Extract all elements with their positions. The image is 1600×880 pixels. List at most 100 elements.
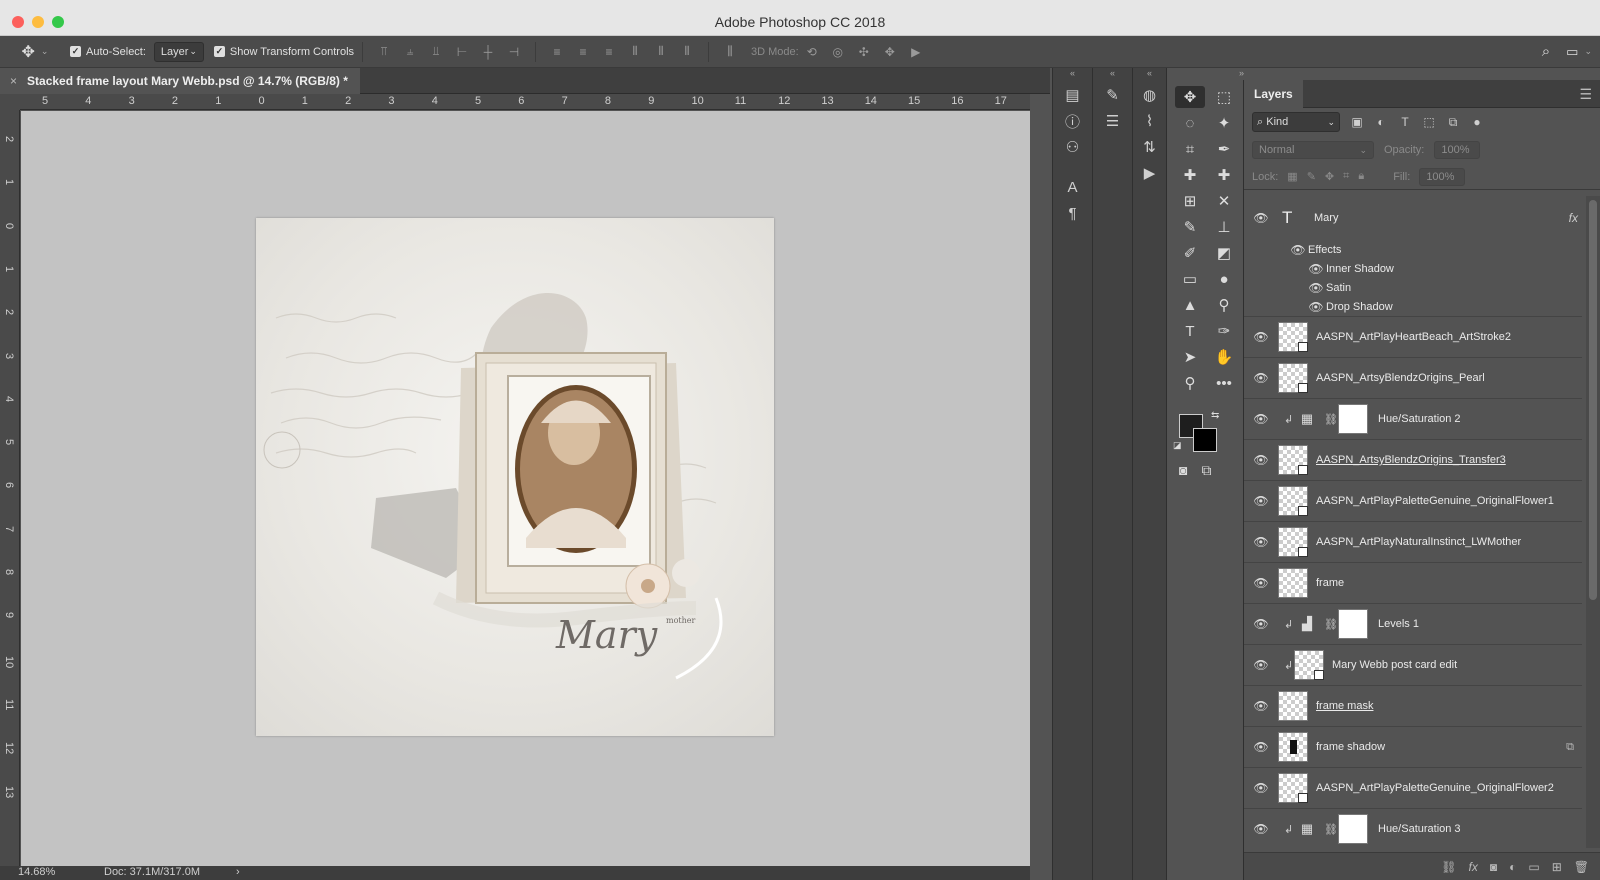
3d-camera-icon[interactable]: ▶	[909, 45, 923, 59]
filter-shape-icon[interactable]: ⬚	[1422, 115, 1436, 129]
effect-satin[interactable]: 👁︎ Satin	[1244, 278, 1582, 297]
character-icon[interactable]: A	[1061, 176, 1085, 198]
link-icon[interactable]: ⛓	[1324, 413, 1338, 426]
visibility-eye-icon[interactable]: 👁︎	[1290, 243, 1306, 257]
link-icon[interactable]: ⛓	[1324, 618, 1338, 631]
screen-mode-icon[interactable]: ⧉	[1201, 462, 1211, 479]
new-adjustment-icon[interactable]: ◐	[1509, 860, 1516, 874]
ruler-corner[interactable]	[0, 94, 20, 110]
align-bottom-icon[interactable]: ⫫	[429, 44, 443, 59]
visibility-eye-icon[interactable]: 👁︎	[1253, 371, 1269, 385]
3d-orbit-icon[interactable]: ⟲	[805, 45, 819, 59]
brush-tool-icon[interactable]: ✎	[1175, 216, 1205, 238]
visibility-eye-icon[interactable]: 👁︎	[1253, 453, 1269, 467]
workspace-icon[interactable]: ▭	[1566, 44, 1578, 60]
frame-tool-icon[interactable]: ⊞	[1175, 190, 1205, 212]
sharpen-tool-icon[interactable]: ▲	[1175, 294, 1205, 316]
lock-artboard-icon[interactable]: ⌗	[1343, 170, 1349, 183]
scrollbar-thumb[interactable]	[1589, 200, 1597, 600]
add-style-icon[interactable]: fx	[1469, 860, 1478, 874]
tab-layers[interactable]: Layers	[1244, 80, 1303, 108]
distribute-top-icon[interactable]: ≡	[550, 45, 564, 59]
more-tools-icon[interactable]: •••	[1209, 372, 1239, 394]
opacity-field[interactable]: 100%	[1434, 141, 1481, 159]
link-icon[interactable]: ⛓	[1324, 823, 1338, 836]
visibility-eye-icon[interactable]: 👁︎	[1308, 262, 1324, 276]
layer-row[interactable]: 👁︎ AASPN_ArtPlayNaturalInstinct_LWMother	[1244, 522, 1582, 563]
layer-mask-thumbnail[interactable]	[1338, 404, 1368, 434]
layer-thumbnail[interactable]	[1278, 568, 1308, 598]
align-right-icon[interactable]: ⊣	[507, 45, 521, 59]
layer-mask-thumbnail[interactable]	[1338, 609, 1368, 639]
3d-slide-icon[interactable]: ✥	[883, 45, 897, 59]
type-tool-icon[interactable]: T	[1175, 320, 1205, 342]
distribute-left-icon[interactable]: ⦀	[628, 44, 642, 59]
gradient-tool-icon[interactable]: ▭	[1175, 268, 1205, 290]
visibility-eye-icon[interactable]: 👁︎	[1253, 822, 1269, 836]
visibility-eye-icon[interactable]: 👁︎	[1253, 535, 1269, 549]
hand-tool-icon[interactable]: ✋	[1209, 346, 1239, 368]
layer-thumbnail[interactable]	[1278, 363, 1308, 393]
layer-thumbnail[interactable]	[1278, 691, 1308, 721]
panel-menu-icon[interactable]: ☰	[1579, 86, 1592, 103]
visibility-eye-icon[interactable]: 👁︎	[1253, 576, 1269, 590]
align-hcenter-icon[interactable]: ┼	[481, 45, 495, 59]
layer-row[interactable]: 👁︎ AASPN_ArtPlayHeartBeach_ArtStroke2	[1244, 317, 1582, 358]
filter-toggle-icon[interactable]: ●	[1470, 115, 1484, 129]
actions-icon[interactable]: ▶	[1138, 162, 1162, 184]
close-tab-icon[interactable]: ×	[10, 74, 17, 88]
status-menu-arrow[interactable]: ›	[236, 866, 240, 878]
layer-thumbnail[interactable]	[1294, 650, 1324, 680]
marquee-tool-icon[interactable]: ⬚	[1209, 86, 1239, 108]
filter-smart-object-icon[interactable]: ⧉	[1446, 115, 1460, 130]
filter-kind-dropdown[interactable]: ⌕ Kind ⌄	[1252, 112, 1340, 132]
filter-adjustment-icon[interactable]: ◐	[1374, 115, 1388, 129]
crop-tool-icon[interactable]: ⌗	[1175, 138, 1205, 160]
paragraph-icon[interactable]: ¶	[1061, 202, 1085, 224]
dodge-tool-icon[interactable]: ⚲	[1209, 294, 1239, 316]
canvas-area[interactable]: Mary mother	[21, 111, 1030, 866]
transform-controls-checkbox[interactable]: ✓ Show Transform Controls	[213, 36, 354, 67]
distribute-bottom-icon[interactable]: ≡	[602, 45, 616, 59]
align-vcenter-icon[interactable]: ⫨	[403, 44, 417, 59]
channels-icon[interactable]: ◍	[1138, 84, 1162, 106]
clone-stamp-tool-icon[interactable]: ⊥	[1209, 216, 1239, 238]
lock-all-icon[interactable]: 🔒︎	[1358, 170, 1364, 183]
pen-tool-icon[interactable]: ✑	[1209, 320, 1239, 342]
layer-thumbnail[interactable]	[1278, 486, 1308, 516]
layers-scrollbar[interactable]	[1586, 196, 1600, 848]
visibility-eye-icon[interactable]: 👁︎	[1253, 412, 1269, 426]
lock-transparent-icon[interactable]: ▦	[1287, 170, 1297, 183]
filter-pixel-icon[interactable]: ▣	[1350, 115, 1364, 129]
layer-row[interactable]: 👁︎ ↲ ▦ ⛓ Hue/Saturation 3	[1244, 809, 1582, 848]
info-icon[interactable]: ⓘ	[1061, 110, 1085, 132]
layer-row[interactable]: 👁︎ frame mask	[1244, 686, 1582, 727]
delete-layer-icon[interactable]: 🗑︎	[1574, 860, 1589, 874]
distribute-hcenter-icon[interactable]: ⦀	[654, 44, 668, 59]
fx-icon[interactable]: fx	[1569, 211, 1578, 225]
zoom-level[interactable]: 14.68%	[18, 866, 55, 878]
filter-type-icon[interactable]: T	[1398, 115, 1412, 129]
new-layer-icon[interactable]: ⊞	[1552, 860, 1562, 874]
visibility-eye-icon[interactable]: 👁︎	[1253, 658, 1269, 672]
auto-select-dropdown[interactable]: Layer ⌄	[153, 41, 204, 62]
visibility-eye-icon[interactable]: 👁︎	[1253, 699, 1269, 713]
layer-row[interactable]: 👁︎ AASPN_ArtsyBlendzOrigins_Pearl	[1244, 358, 1582, 399]
layer-thumbnail[interactable]	[1278, 527, 1308, 557]
document-tab[interactable]: × Stacked frame layout Mary Webb.psd @ 1…	[0, 68, 360, 94]
blur-tool-icon[interactable]: ●	[1209, 268, 1239, 290]
layer-row[interactable]: 👁︎ frame	[1244, 563, 1582, 604]
add-mask-icon[interactable]: ◙	[1490, 860, 1497, 874]
layer-thumbnail[interactable]	[1278, 322, 1308, 352]
layer-row[interactable]: 👁︎ AASPN_ArtsyBlendzOrigins_Transfer3	[1244, 440, 1582, 481]
layer-row[interactable]: 👁︎ AASPN_ArtPlayPaletteGenuine_OriginalFl…	[1244, 768, 1582, 809]
collapse-icon[interactable]: «	[1053, 68, 1092, 80]
align-top-icon[interactable]: ⫪	[377, 44, 391, 59]
clone-source-icon[interactable]: ⚇	[1061, 136, 1085, 158]
visibility-eye-icon[interactable]: 👁︎	[1253, 781, 1269, 795]
default-colors-icon[interactable]: ◪	[1173, 440, 1182, 451]
eyedropper-tool-icon[interactable]: ✒	[1209, 138, 1239, 160]
history-brush-tool-icon[interactable]: ✐	[1175, 242, 1205, 264]
3d-pan-icon[interactable]: ✣	[857, 45, 871, 59]
align-left-icon[interactable]: ⊢	[455, 45, 469, 59]
